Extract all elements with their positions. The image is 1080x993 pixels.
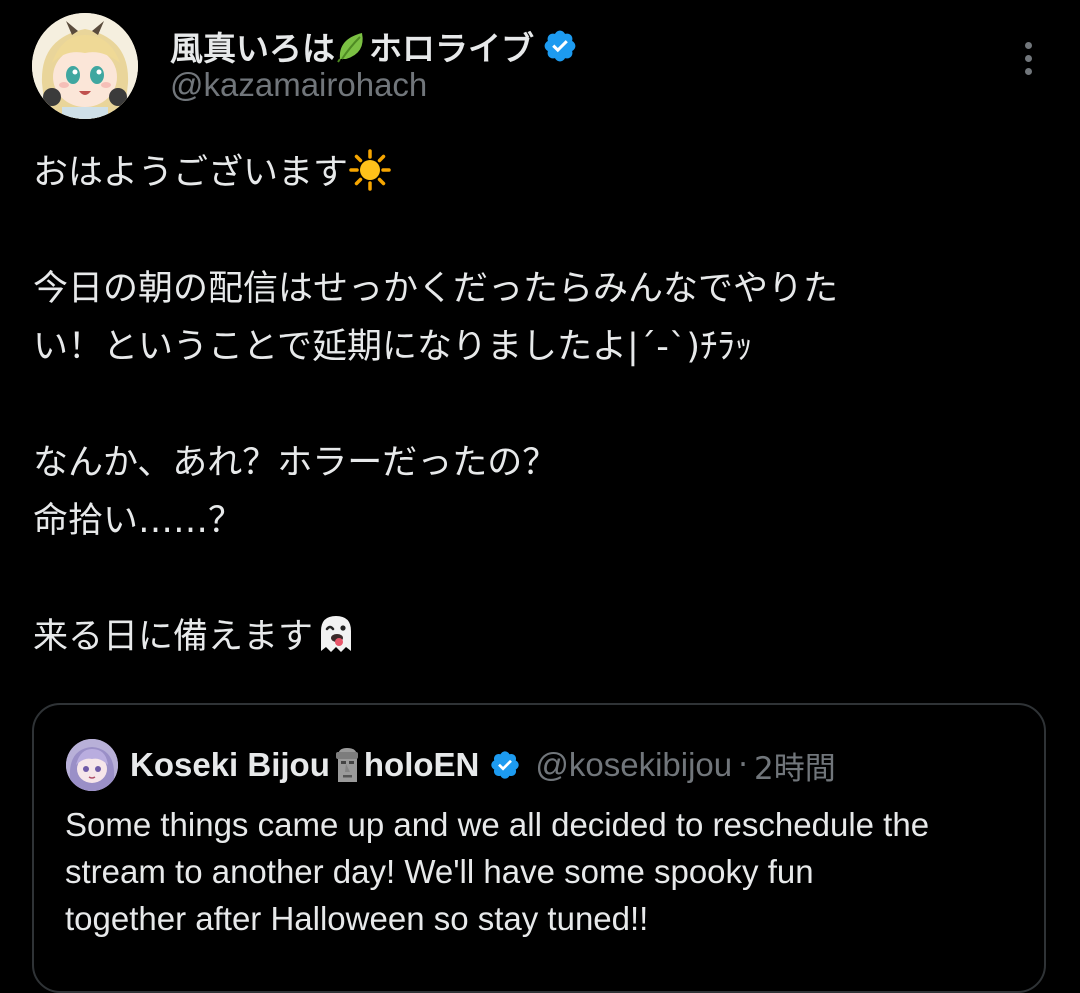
ghost-icon: [313, 611, 359, 657]
moai-icon: [332, 746, 362, 784]
leaf-icon: [336, 29, 368, 63]
quote-author-avatar[interactable]: [66, 739, 118, 791]
author-avatar[interactable]: [32, 13, 138, 119]
tweet-line-text: おはようございます: [33, 153, 349, 193]
sun-icon: [348, 148, 392, 192]
verified-badge-icon: [489, 749, 521, 781]
quote-separator: ·: [738, 747, 748, 783]
tweet-line: 命拾い……？: [33, 501, 244, 541]
more-dot: [1024, 67, 1032, 75]
quote-timestamp[interactable]: 2時間: [754, 743, 836, 788]
quoted-tweet[interactable]: Koseki Bijou holoEN @kosekibijou · 2時間 S…: [32, 703, 1046, 993]
tweet: 風真いろは ホロライブ @kazamairohach おはようございます 今日の…: [0, 0, 1080, 993]
quote-text-line: stream to another day! We'll have some s…: [65, 853, 814, 890]
quote-text-line: Some things came up and we all decided t…: [65, 806, 930, 843]
tweet-text: おはようございます 今日の朝の配信はせっかくだったらみんなでやりた い！というこ…: [33, 144, 1043, 666]
quote-author-name-suffix[interactable]: holoEN: [364, 746, 479, 784]
tweet-line: い！ということで延期になりましたよ|´-`)ﾁﾗｯ: [33, 327, 753, 367]
quote-author-handle[interactable]: @kosekibijou: [535, 746, 732, 784]
author-handle[interactable]: @kazamairohach: [170, 66, 427, 104]
author-name-suffix[interactable]: ホロライブ: [369, 22, 534, 70]
quote-text: Some things came up and we all decided t…: [65, 801, 1025, 942]
tweet-line: 来る日に備えます: [33, 608, 1043, 666]
tweet-line: なんか、あれ？ホラーだったの？: [33, 443, 558, 483]
tweet-line: 今日の朝の配信はせっかくだったらみんなでやりた: [33, 269, 839, 309]
author-name[interactable]: 風真いろは: [170, 22, 335, 70]
quote-text-line: together after Halloween so stay tuned!!: [65, 900, 649, 937]
more-vertical-icon[interactable]: [1006, 36, 1050, 80]
more-dot: [1024, 54, 1032, 62]
tweet-line: おはようございます: [33, 144, 1043, 202]
quote-author-name[interactable]: Koseki Bijou: [130, 746, 330, 784]
verified-badge-icon: [542, 28, 578, 64]
tweet-line-text: 来る日に備えます: [33, 617, 314, 657]
more-dot: [1024, 41, 1032, 49]
quote-header: Koseki Bijou holoEN @kosekibijou · 2時間: [130, 737, 836, 793]
